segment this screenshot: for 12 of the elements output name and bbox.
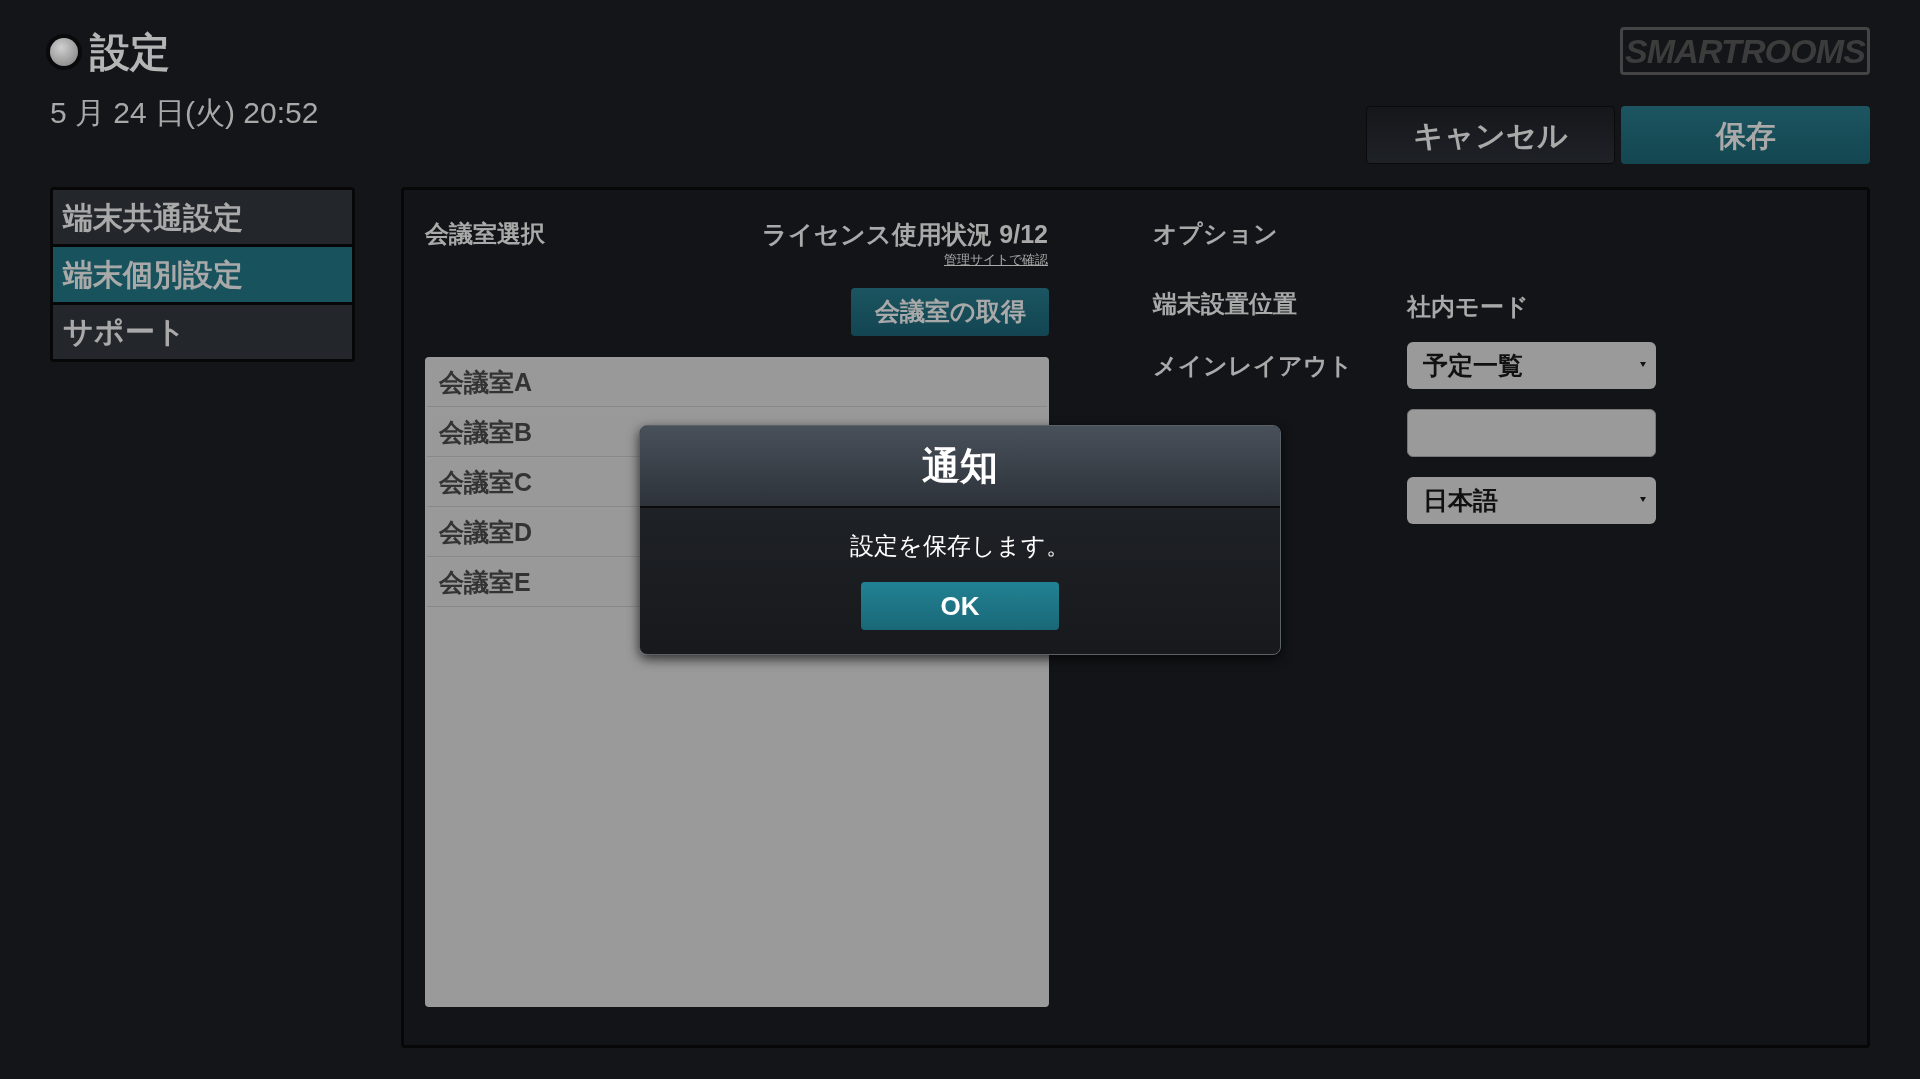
selected-value: 予定一覧: [1423, 349, 1523, 381]
license-usage: ライセンス使用状況 9/12: [762, 219, 1048, 250]
option-label: 端末設置位置: [1153, 289, 1298, 319]
section-heading: オプション: [1153, 219, 1279, 249]
selected-value: 日本語: [1423, 484, 1498, 516]
option-label: メインレイアウト: [1153, 350, 1354, 381]
dialog-message: 設定を保存します。: [850, 531, 1070, 561]
section-heading: 会議室選択: [425, 219, 545, 249]
page-title: 設定: [90, 32, 170, 72]
option-value: 社内モード: [1407, 292, 1530, 319]
dialog-title: 通知: [922, 443, 998, 489]
date-time: 5 月 24 日(火) 20:52: [50, 98, 319, 128]
